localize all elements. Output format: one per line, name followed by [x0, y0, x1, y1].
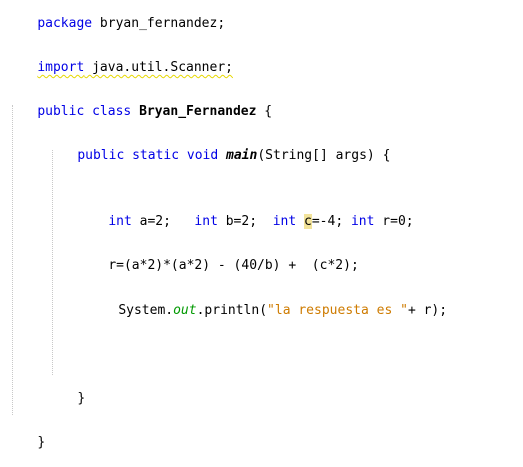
println-end: + r); [407, 303, 448, 318]
code-line-class[interactable]: public class Bryan_Fernandez { [6, 88, 272, 119]
field-out: out [173, 303, 197, 318]
method-signature: (String[] args) { [257, 148, 391, 163]
code-line-println[interactable]: System.out.println("la respuesta es "+ r… [87, 287, 447, 318]
keyword-import: import [37, 60, 85, 75]
code-line-declarations[interactable]: int a=2; int b=2; int c=-4; int r=0; [77, 198, 414, 229]
method-name-main: main [226, 148, 258, 163]
code-editor[interactable]: package bryan_fernandez; import java.uti… [0, 0, 523, 450]
code-line-package[interactable]: package bryan_fernandez; [6, 0, 225, 31]
keyword-int: int [108, 214, 132, 229]
code-line-expression[interactable]: r=(a*2)*(a*2) - (40/b) + (c*2); [77, 242, 358, 273]
keyword-int: int [350, 214, 375, 229]
indent-guide [12, 105, 13, 415]
decl-b: b=2; [217, 214, 273, 229]
class-name: Bryan_Fernandez [139, 104, 257, 119]
keyword-public-static-void: public static void [77, 148, 219, 163]
code-line-class-close[interactable]: } [6, 419, 45, 450]
code-line-main[interactable]: public static void main(String[] args) { [46, 132, 390, 163]
keyword-package: package [37, 16, 93, 31]
code-line-method-close[interactable]: } [46, 375, 85, 406]
decl-c: =-4; [311, 214, 351, 229]
decl-a: a=2; [131, 214, 195, 229]
indent-guide [52, 150, 53, 375]
expression: r=(a*2)*(a*2) - (40/b) + (c*2); [108, 258, 359, 273]
keyword-public-class: public class [37, 104, 132, 119]
string-literal: "la respuesta es " [267, 303, 408, 318]
import-path: java.util.Scanner; [84, 60, 233, 75]
println-call: .println( [196, 303, 268, 318]
class-close-brace: } [37, 435, 46, 450]
decl-r: r=0; [374, 214, 414, 229]
code-line-import[interactable]: import java.util.Scanner; [6, 44, 233, 75]
highlighted-variable-c: c [304, 214, 312, 229]
method-close-brace: } [77, 391, 86, 406]
unused-import-warning: import java.util.Scanner; [37, 60, 233, 75]
keyword-int: int [194, 214, 218, 229]
class-open-brace: { [256, 104, 273, 119]
system-class: System. [118, 303, 174, 318]
keyword-int: int [272, 214, 297, 229]
package-name: bryan_fernandez; [92, 16, 226, 31]
